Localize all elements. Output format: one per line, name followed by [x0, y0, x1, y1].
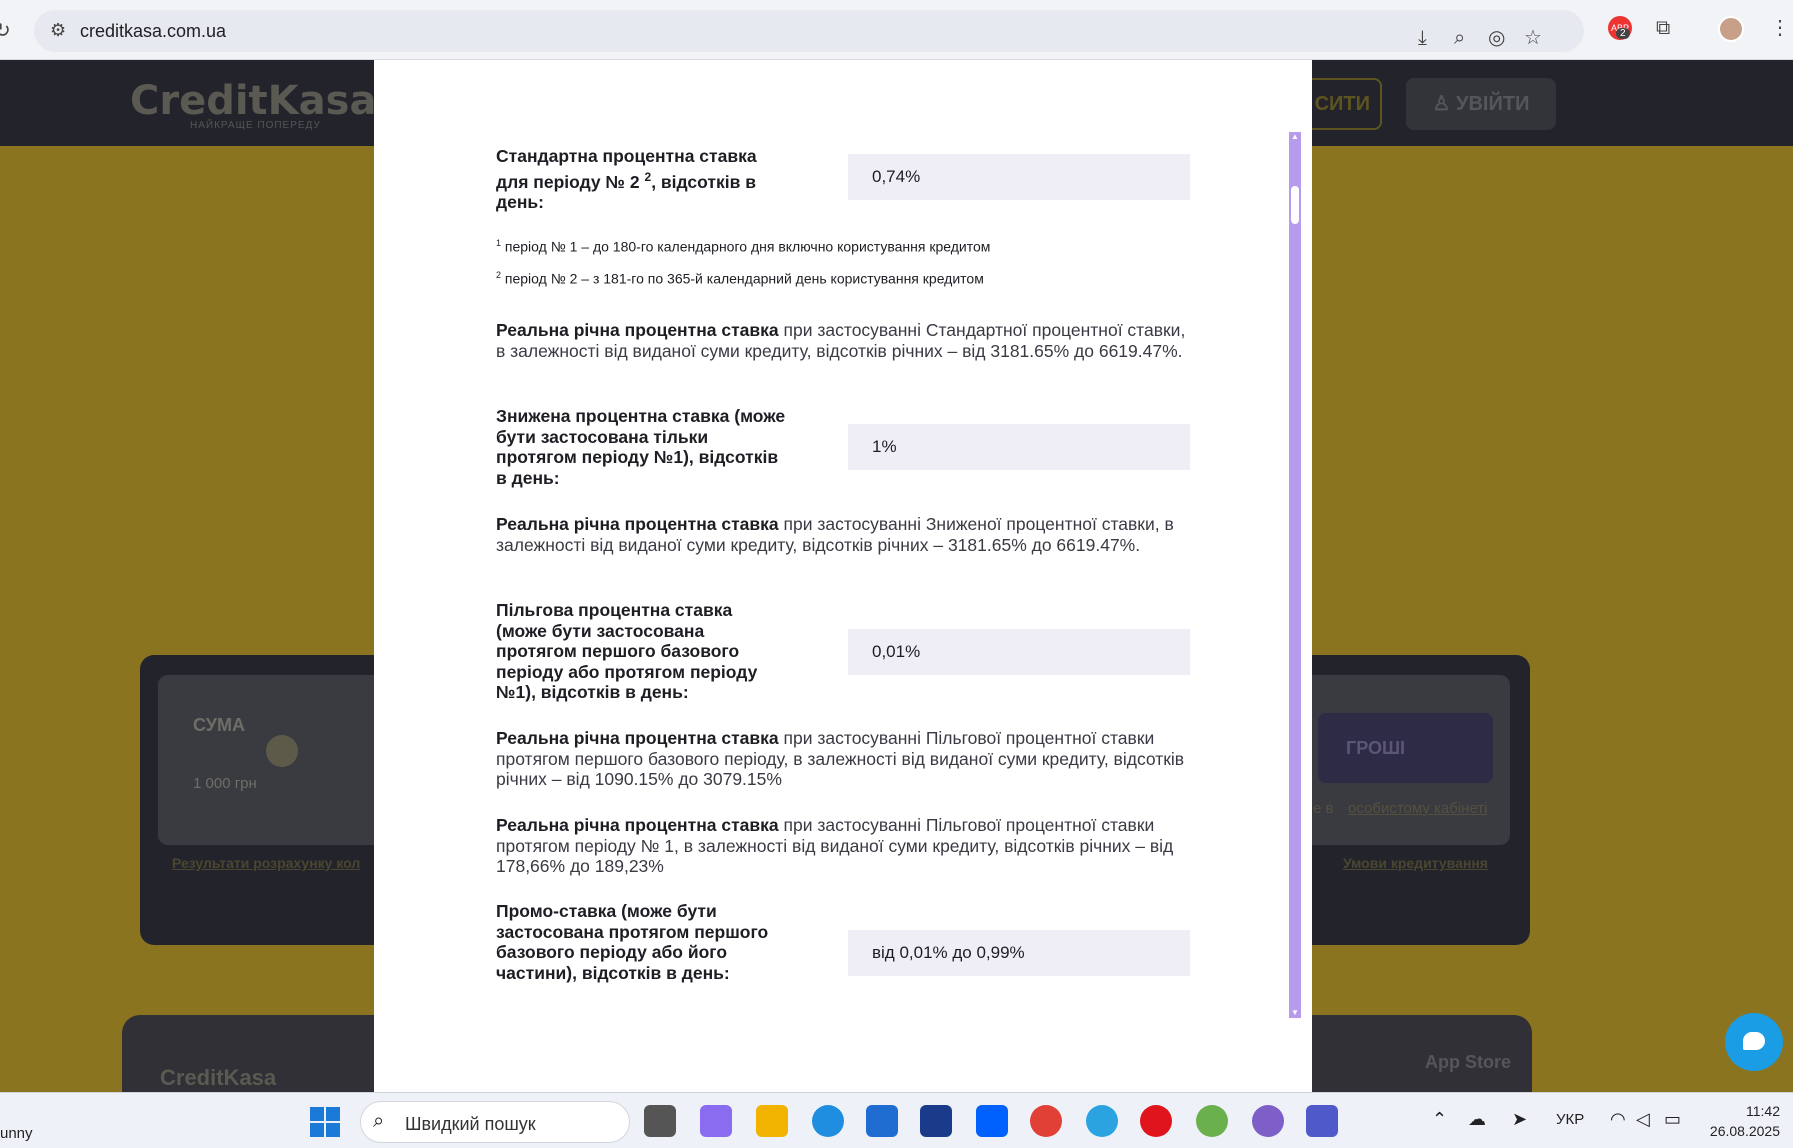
promo-rate-label: Промо-ставка (може бути застосована прот… [496, 901, 769, 983]
cabinet-prefix: е в [1313, 800, 1334, 817]
site-settings-icon[interactable]: ⚙ [50, 20, 66, 41]
onedrive-cloud-icon[interactable]: ☁ [1468, 1109, 1486, 1130]
eye-off-icon[interactable]: ◎ [1488, 28, 1505, 48]
scrollbar-thumb[interactable] [1291, 186, 1299, 224]
sum-label: СУМА [193, 715, 245, 735]
battery-icon[interactable]: ▭ [1664, 1109, 1681, 1130]
weather-widget[interactable]: unny [0, 1125, 33, 1142]
standard-rate-period2-value: 0,74% [848, 154, 1190, 200]
teams-icon[interactable] [1306, 1105, 1338, 1137]
login-label: УВІЙТИ [1456, 93, 1530, 115]
browser-toolbar: ↻ ⚙ creditkasa.com.ua ⤓ ⌕ ◎ ☆ ABP 2 ⧉ ⋮ [0, 0, 1793, 60]
address-bar[interactable]: ⚙ creditkasa.com.ua ⤓ ⌕ ◎ ☆ [34, 10, 1584, 52]
extensions-puzzle-icon[interactable]: ⧉ [1656, 18, 1670, 38]
real-rate-title: Реальна річна процентна ставка [496, 728, 779, 748]
windows-taskbar: unny ⌕ Швидкий пошук ⌃ ☁ ➤ УКР ◠ ◁ ▭ 11:… [0, 1092, 1793, 1148]
language-indicator[interactable]: УКР [1556, 1111, 1584, 1128]
preferential-rate-value: 0,01% [848, 629, 1190, 675]
file-explorer-icon[interactable] [756, 1105, 788, 1137]
user-icon: ♙ [1432, 93, 1457, 115]
location-arrow-icon[interactable]: ➤ [1512, 1109, 1527, 1130]
telegram-icon[interactable] [1086, 1105, 1118, 1137]
chrome-icon[interactable] [1030, 1105, 1062, 1137]
site-logo[interactable]: CreditKasa [130, 78, 376, 124]
preferential-rate-label: Пільгова процентна ставка (може бути зас… [496, 600, 758, 702]
promo-rate-value: від 0,01% до 0,99% [848, 930, 1190, 976]
logo-tagline: НАЙКРАЩЕ ПОПЕРЕДУ [190, 120, 321, 131]
profile-avatar[interactable] [1718, 16, 1744, 42]
bookmark-star-icon[interactable]: ☆ [1524, 28, 1542, 48]
clock-time: 11:42 [1746, 1103, 1780, 1119]
clock-date: 26.08.2025 [1709, 1123, 1780, 1139]
cabinet-link[interactable]: особистому кабінеті [1348, 800, 1488, 817]
scroll-down-arrow-icon[interactable]: ▼ [1291, 1008, 1299, 1017]
reload-icon[interactable]: ↻ [0, 18, 11, 43]
opera-icon[interactable] [1140, 1105, 1172, 1137]
windows-start-icon[interactable] [310, 1107, 340, 1137]
real-rate-title: Реальна річна процентна ставка [496, 815, 779, 835]
utorrent-icon[interactable] [1196, 1105, 1228, 1137]
footnote-1-marker: 1 [496, 238, 502, 248]
volume-icon[interactable]: ◁ [1636, 1109, 1650, 1130]
footnote-1: 1 період № 1 – до 180-го календарного дн… [496, 238, 990, 255]
system-clock[interactable]: 11:42 26.08.2025 [1700, 1101, 1780, 1141]
viber-icon[interactable] [1252, 1105, 1284, 1137]
real-rate-title: Реальна річна процентна ставка [496, 514, 779, 534]
real-annual-rate-preferential-base: Реальна річна процентна ставка при засто… [496, 728, 1186, 790]
task-view-icon[interactable] [644, 1105, 676, 1137]
get-money-button[interactable]: ГРОШІ [1318, 713, 1493, 783]
scroll-up-arrow-icon[interactable]: ▲ [1291, 132, 1299, 141]
install-app-icon[interactable]: ⤓ [1418, 28, 1427, 48]
footnote-2-marker: 2 [496, 270, 502, 280]
footnote-2: 2 період № 2 – з 181-го по 365-й календа… [496, 270, 984, 287]
loan-terms-link[interactable]: Умови кредитування [1343, 855, 1488, 871]
edge-browser-icon[interactable] [812, 1105, 844, 1137]
footnote-1-text: період № 1 – до 180-го календарного дня … [504, 238, 991, 255]
wifi-icon[interactable]: ◠ [1610, 1109, 1626, 1130]
tray-overflow-chevron-icon[interactable]: ⌃ [1432, 1109, 1447, 1130]
taskbar-search[interactable]: ⌕ Швидкий пошук [360, 1101, 630, 1143]
chat-widget-button[interactable] [1725, 1013, 1783, 1071]
microsoft-store-icon[interactable] [866, 1105, 898, 1137]
real-rate-title: Реальна річна процентна ставка [496, 320, 779, 340]
real-annual-rate-standard: Реальна річна процентна ставка при засто… [496, 320, 1186, 361]
search-icon: ⌕ [373, 1110, 385, 1132]
app-store-link[interactable]: App Store [1425, 1052, 1511, 1073]
real-annual-rate-preferential-period1: Реальна річна процентна ставка при засто… [496, 815, 1186, 877]
phone-logo: CreditKasa [160, 1065, 277, 1090]
zoom-icon[interactable]: ⌕ [1454, 28, 1465, 48]
dropbox-icon[interactable] [976, 1105, 1008, 1137]
search-placeholder: Швидкий пошук [405, 1114, 536, 1134]
url-text[interactable]: creditkasa.com.ua [80, 21, 226, 42]
sum-slider-thumb[interactable] [266, 735, 298, 767]
sum-amount: 1 000 грн [193, 775, 257, 792]
l-app-icon[interactable] [920, 1105, 952, 1137]
modal-scrollbar[interactable] [1289, 132, 1301, 1018]
calc-results-link[interactable]: Результати розрахунку кол [172, 855, 360, 871]
rates-modal: Стандартна процентна ставка для періоду … [374, 60, 1312, 1092]
menu-kebab-icon[interactable]: ⋮ [1770, 18, 1790, 38]
login-button[interactable]: ♙ УВІЙТИ [1406, 78, 1556, 130]
real-annual-rate-reduced: Реальна річна процентна ставка при засто… [496, 514, 1186, 555]
reduced-rate-label: Знижена процентна ставка (може бути заст… [496, 406, 786, 488]
reduced-rate-value: 1% [848, 424, 1190, 470]
standard-rate-period2-label: Стандартна процентна ставка для періоду … [496, 146, 786, 212]
extension-badge-count: 2 [1616, 28, 1630, 39]
footnote-2-text: період № 2 – з 181-го по 365-й календарн… [504, 270, 984, 287]
copilot-icon[interactable] [700, 1105, 732, 1137]
